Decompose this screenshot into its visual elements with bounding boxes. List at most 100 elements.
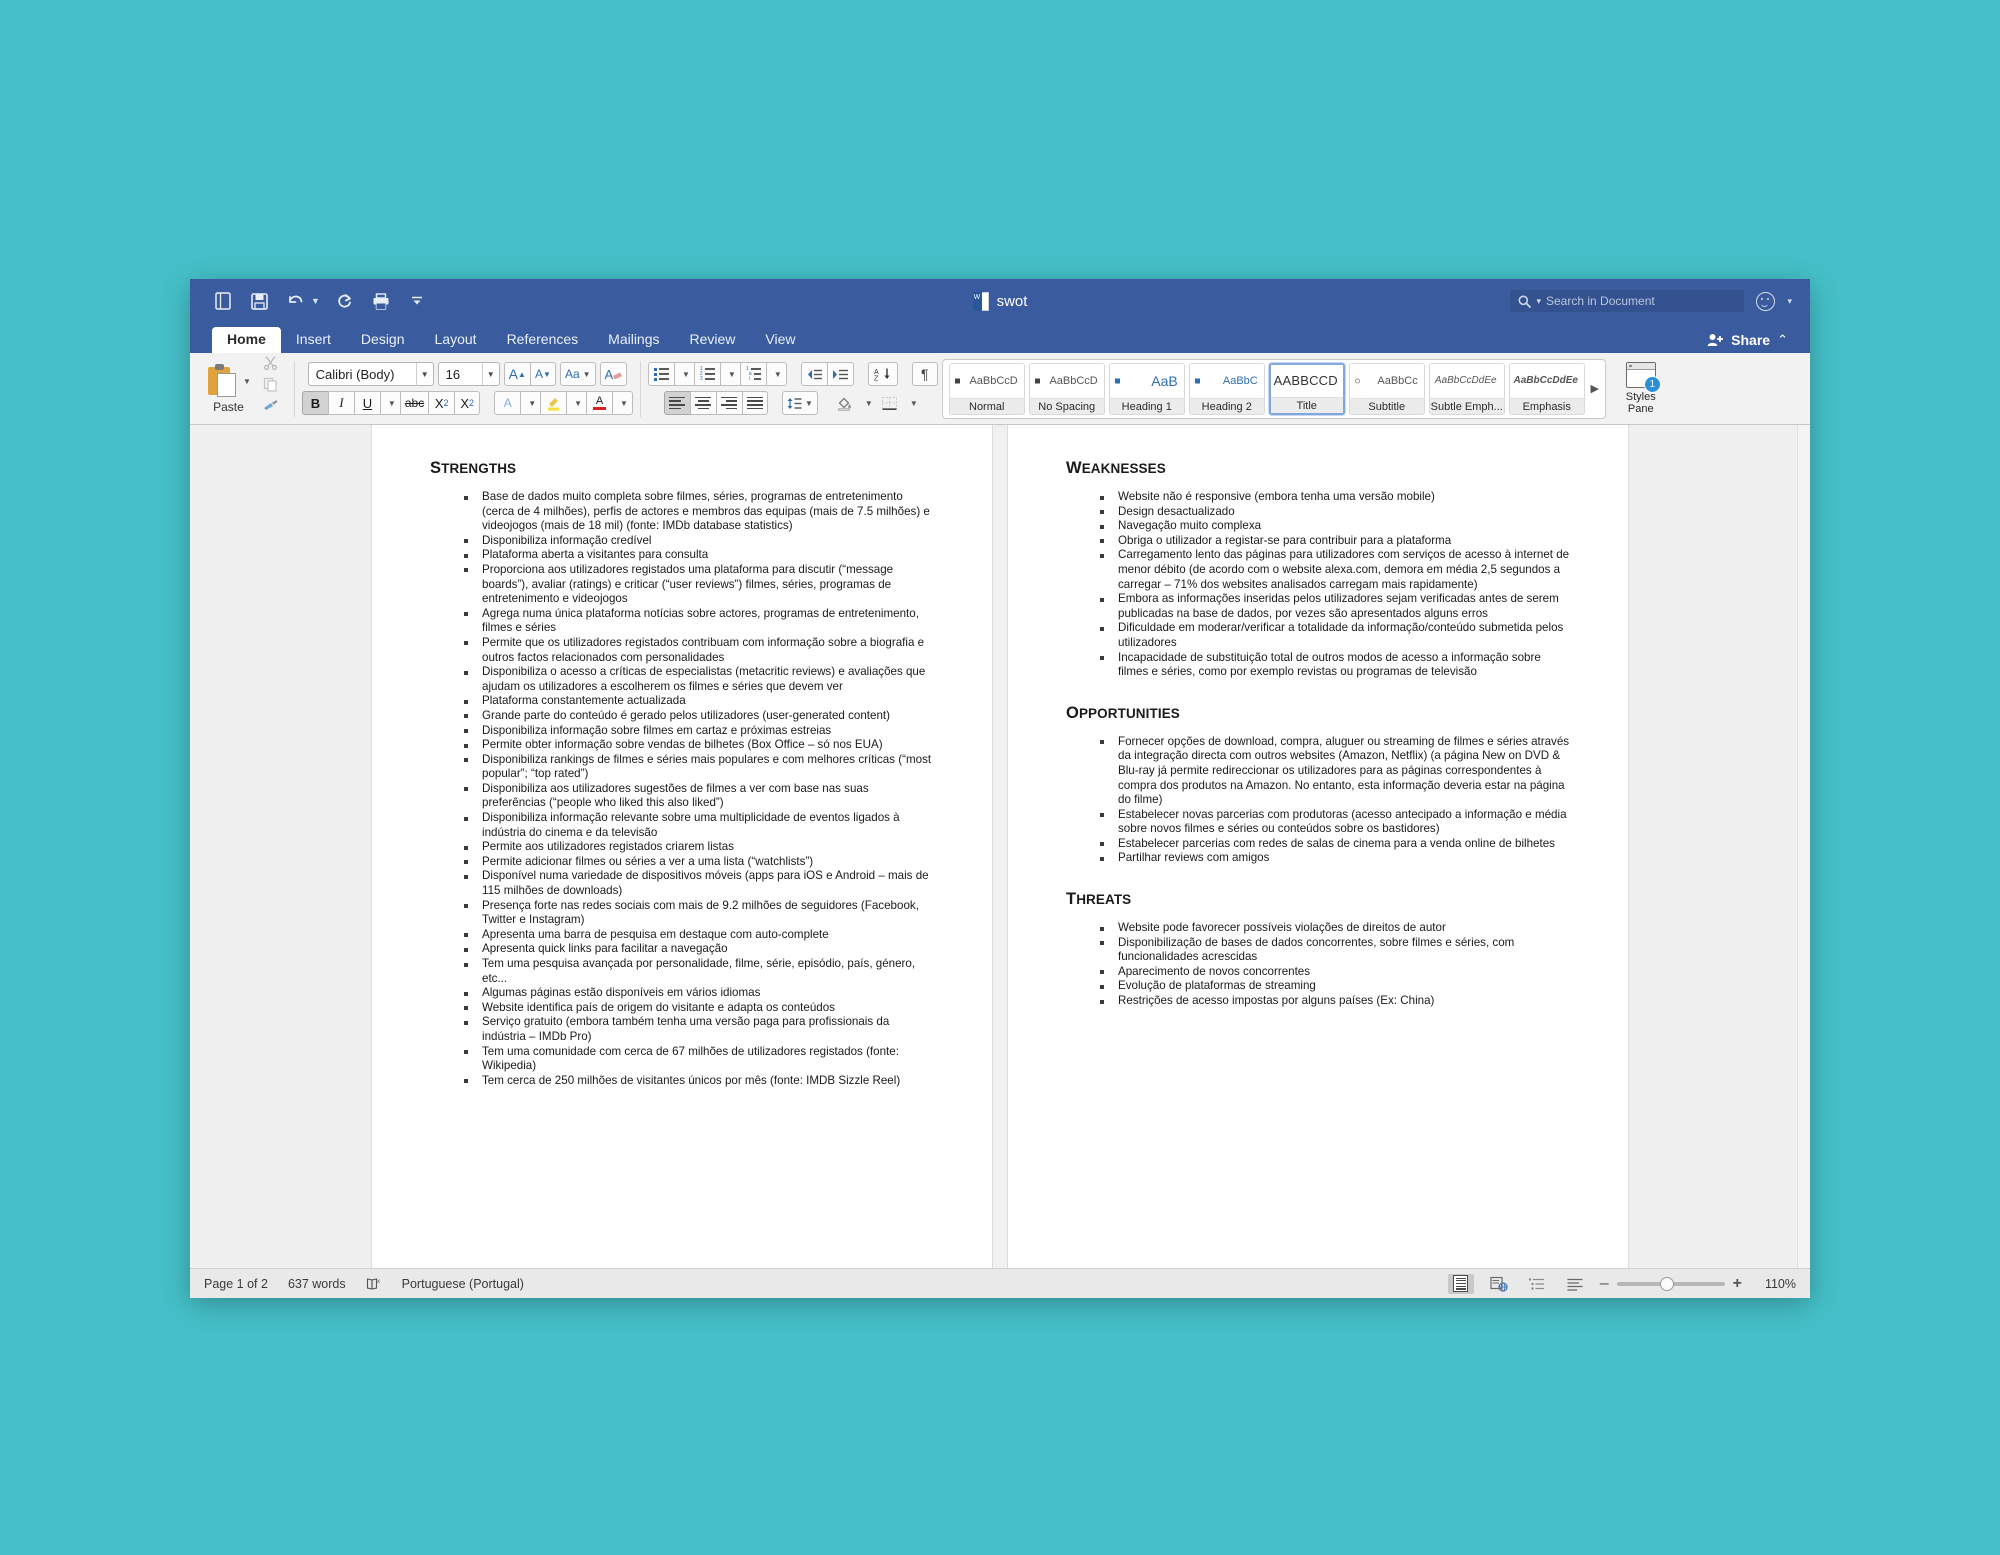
font-size-step-group: A ▲ A ▼ [503, 362, 556, 386]
numbering-caret[interactable]: ▼ [719, 362, 740, 386]
borders-caret[interactable]: ▼ [903, 391, 922, 415]
italic-button[interactable]: I [327, 391, 354, 415]
document-page-right[interactable]: WEAKNESSES Website não é responsive (emb… [1008, 425, 1628, 1268]
undo-icon[interactable] [284, 290, 306, 312]
subscript-button[interactable]: X2 [428, 391, 455, 415]
document-page-left[interactable]: STRENGTHS Base de dados muito completa s… [372, 425, 992, 1268]
align-right-button[interactable] [715, 391, 742, 415]
shrink-font-button[interactable]: A ▼ [529, 362, 556, 386]
tab-mailings[interactable]: Mailings [593, 327, 674, 353]
tab-view[interactable]: View [750, 327, 810, 353]
borders-button[interactable] [877, 391, 903, 415]
outline-view-button[interactable] [1524, 1274, 1550, 1294]
strikethrough-button[interactable]: abc [399, 391, 429, 415]
paste-icon[interactable] [206, 363, 240, 399]
svg-text:Z: Z [874, 376, 879, 382]
zoom-in-button[interactable]: + [1733, 1275, 1742, 1293]
font-color-button[interactable]: A [586, 391, 613, 415]
redo-icon[interactable] [334, 290, 356, 312]
underline-button[interactable]: U [353, 391, 380, 415]
font-name-combo[interactable]: Calibri (Body) ▼ [307, 362, 434, 386]
bullets-button[interactable] [647, 362, 674, 386]
highlight-caret[interactable]: ▼ [566, 391, 587, 415]
document-canvas[interactable]: STRENGTHS Base de dados muito completa s… [190, 425, 1810, 1268]
undo-dropdown-caret[interactable]: ▼ [311, 296, 320, 306]
line-spacing-button[interactable]: ▼ [781, 391, 818, 415]
shading-button[interactable] [832, 391, 858, 415]
tab-insert[interactable]: Insert [281, 327, 346, 353]
superscript-button[interactable]: X2 [454, 391, 481, 415]
tab-review[interactable]: Review [675, 327, 751, 353]
increase-indent-button[interactable] [826, 362, 854, 386]
show-formatting-marks-button[interactable]: ¶ [911, 362, 938, 386]
highlighter-icon [548, 397, 560, 410]
cut-icon[interactable] [261, 353, 281, 371]
paste-dropdown-caret[interactable]: ▼ [243, 377, 251, 386]
zoom-slider[interactable]: – + [1600, 1275, 1742, 1293]
web-layout-view-button[interactable] [1486, 1274, 1512, 1294]
align-center-button[interactable] [689, 391, 716, 415]
send-a-smile-icon[interactable] [1756, 291, 1776, 311]
change-case-button[interactable]: Aa ▼ [559, 362, 596, 386]
font-color-caret[interactable]: ▼ [612, 391, 633, 415]
style-subtle-emphasis[interactable]: AaBbCcDdEe Subtle Emph... [1428, 362, 1505, 415]
decrease-indent-button[interactable] [800, 362, 827, 386]
font-size-combo[interactable]: 16 ▼ [437, 362, 500, 386]
language-indicator[interactable]: Portuguese (Portugal) [402, 1277, 524, 1291]
customize-toolbar-icon[interactable] [406, 290, 428, 312]
tab-home[interactable]: Home [212, 327, 281, 353]
underline-caret[interactable]: ▼ [379, 391, 400, 415]
tab-layout[interactable]: Layout [420, 327, 492, 353]
tab-references[interactable]: References [492, 327, 594, 353]
justify-button[interactable] [741, 391, 768, 415]
style-heading-1[interactable]: AaB Heading 1 [1108, 362, 1185, 415]
multilevel-caret[interactable]: ▼ [765, 362, 787, 386]
list-item: Permite obter informação sobre vendas de… [464, 738, 934, 753]
zoom-out-button[interactable]: – [1600, 1275, 1609, 1293]
bold-button[interactable]: B [301, 391, 328, 415]
draft-view-button[interactable] [1562, 1274, 1588, 1294]
style-subtitle[interactable]: AaBbCc Subtitle [1348, 362, 1425, 415]
list-item: Disponibiliza aos utilizadores sugestões… [464, 782, 934, 811]
list-item: Permite adicionar filmes ou séries a ver… [464, 855, 934, 870]
numbering-button[interactable]: 123 [693, 362, 720, 386]
font-name-caret[interactable]: ▼ [415, 363, 433, 385]
style-no-spacing[interactable]: AaBbCcD No Spacing [1028, 362, 1105, 415]
new-document-icon[interactable] [212, 290, 234, 312]
grow-font-button[interactable]: A ▲ [503, 362, 530, 386]
font-size-caret[interactable]: ▼ [481, 363, 499, 385]
zoom-track[interactable] [1616, 1276, 1725, 1291]
align-left-button[interactable] [663, 391, 690, 415]
ribbon-collapse-caret[interactable]: ⌃ [1777, 332, 1788, 348]
clear-formatting-button[interactable]: A [599, 362, 628, 386]
copy-icon[interactable] [261, 375, 281, 393]
bullets-caret[interactable]: ▼ [673, 362, 694, 386]
styles-pane-button[interactable]: 1 Styles Pane [1614, 362, 1668, 415]
highlight-button[interactable] [540, 391, 567, 415]
list-item: Apresenta uma barra de pesquisa em desta… [464, 928, 934, 943]
search-input[interactable]: ▾ Search in Document [1510, 290, 1745, 312]
style-heading-2[interactable]: AaBbC Heading 2 [1188, 362, 1265, 415]
shading-caret[interactable]: ▼ [858, 391, 877, 415]
document-scrollbar[interactable] [1797, 425, 1810, 1268]
print-layout-view-button[interactable] [1447, 1273, 1474, 1294]
proofing-errors-icon[interactable]: x [366, 1277, 382, 1291]
ribbon: ▼ Paste Calibri (Body) ▼ 16 ▼ A ▲ A ▼ Aa… [190, 353, 1810, 425]
print-icon[interactable] [370, 290, 392, 312]
text-effects-caret[interactable]: ▼ [520, 391, 541, 415]
multilevel-list-button[interactable]: 1ai [739, 362, 766, 386]
style-emphasis[interactable]: AaBbCcDdEe Emphasis [1508, 362, 1585, 415]
style-normal[interactable]: AaBbCcD Normal [948, 362, 1025, 415]
search-dropdown-caret[interactable]: ▾ [1536, 296, 1541, 307]
styles-gallery-next-button[interactable]: ▶ [1587, 382, 1603, 395]
save-icon[interactable] [248, 290, 270, 312]
format-painter-icon[interactable] [261, 397, 281, 415]
style-title[interactable]: AABBCCD Title [1268, 362, 1345, 415]
tab-design[interactable]: Design [346, 327, 420, 353]
smiley-dropdown-caret[interactable]: ▾ [1787, 296, 1792, 307]
change-case-caret[interactable]: ▼ [583, 370, 591, 379]
zoom-thumb[interactable] [1660, 1276, 1675, 1291]
share-button[interactable]: Share ⌃ [1707, 332, 1788, 348]
text-effects-button[interactable]: A [494, 391, 521, 415]
sort-button[interactable]: AZ [867, 362, 898, 386]
